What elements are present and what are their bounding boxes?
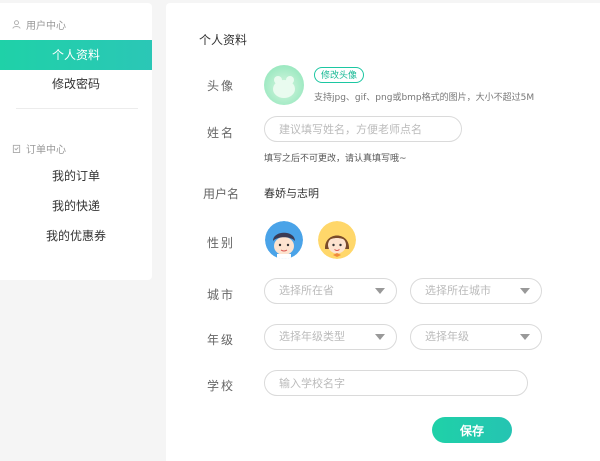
page-title: 个人资料 bbox=[199, 33, 248, 47]
sidebar-item-my-orders[interactable]: 我的订单 bbox=[0, 161, 152, 191]
boy-avatar-icon bbox=[265, 221, 303, 259]
school-label: 学校 bbox=[206, 379, 235, 393]
save-button[interactable]: 保存 bbox=[432, 417, 512, 443]
name-input[interactable] bbox=[264, 116, 462, 142]
gender-label: 性别 bbox=[206, 236, 235, 250]
sidebar: 用户中心 个人资料 修改密码 订单中心 我的订单 我的快递 我的优惠券 bbox=[0, 3, 152, 280]
change-avatar-button[interactable]: 修改头像 bbox=[314, 67, 365, 83]
grade-select[interactable]: 选择年级 bbox=[410, 324, 542, 350]
frog-avatar-icon bbox=[273, 76, 295, 98]
city-label: 城市 bbox=[206, 288, 235, 302]
chevron-down-icon bbox=[375, 288, 385, 294]
sidebar-divider bbox=[16, 108, 138, 109]
name-hint: 填写之后不可更改，请认真填写哦~ bbox=[264, 154, 407, 164]
sidebar-item-my-express[interactable]: 我的快递 bbox=[0, 191, 152, 221]
chevron-down-icon bbox=[520, 288, 530, 294]
sidebar-item-change-password[interactable]: 修改密码 bbox=[0, 69, 152, 99]
grade-label: 年级 bbox=[206, 333, 235, 347]
gender-girl-option[interactable] bbox=[318, 221, 356, 259]
name-label: 姓名 bbox=[206, 126, 235, 140]
clipboard-icon bbox=[12, 144, 21, 153]
city-select[interactable]: 选择所在城市 bbox=[410, 278, 542, 304]
user-icon bbox=[12, 20, 21, 29]
user-center-heading: 用户中心 bbox=[12, 17, 66, 32]
username-label: 用户名 bbox=[202, 187, 239, 201]
chevron-down-icon bbox=[520, 334, 530, 340]
gender-boy-option[interactable] bbox=[265, 221, 303, 259]
province-select[interactable]: 选择所在省 bbox=[264, 278, 397, 304]
chevron-down-icon bbox=[375, 334, 385, 340]
avatar[interactable] bbox=[264, 65, 304, 105]
avatar-label: 头像 bbox=[206, 79, 235, 93]
school-input[interactable] bbox=[264, 370, 528, 396]
order-center-heading: 订单中心 bbox=[12, 141, 66, 156]
sidebar-item-my-coupons[interactable]: 我的优惠券 bbox=[0, 221, 152, 251]
username-value: 春娇与志明 bbox=[264, 187, 319, 200]
sidebar-item-profile[interactable]: 个人资料 bbox=[0, 40, 152, 70]
grade-type-select[interactable]: 选择年级类型 bbox=[264, 324, 397, 350]
profile-panel: 个人资料 头像 修改头像 支持jpg、gif、png或bmp格式的图片，大小不超… bbox=[166, 3, 600, 461]
avatar-hint: 支持jpg、gif、png或bmp格式的图片，大小不超过5M bbox=[314, 93, 535, 103]
girl-avatar-icon bbox=[318, 221, 356, 259]
